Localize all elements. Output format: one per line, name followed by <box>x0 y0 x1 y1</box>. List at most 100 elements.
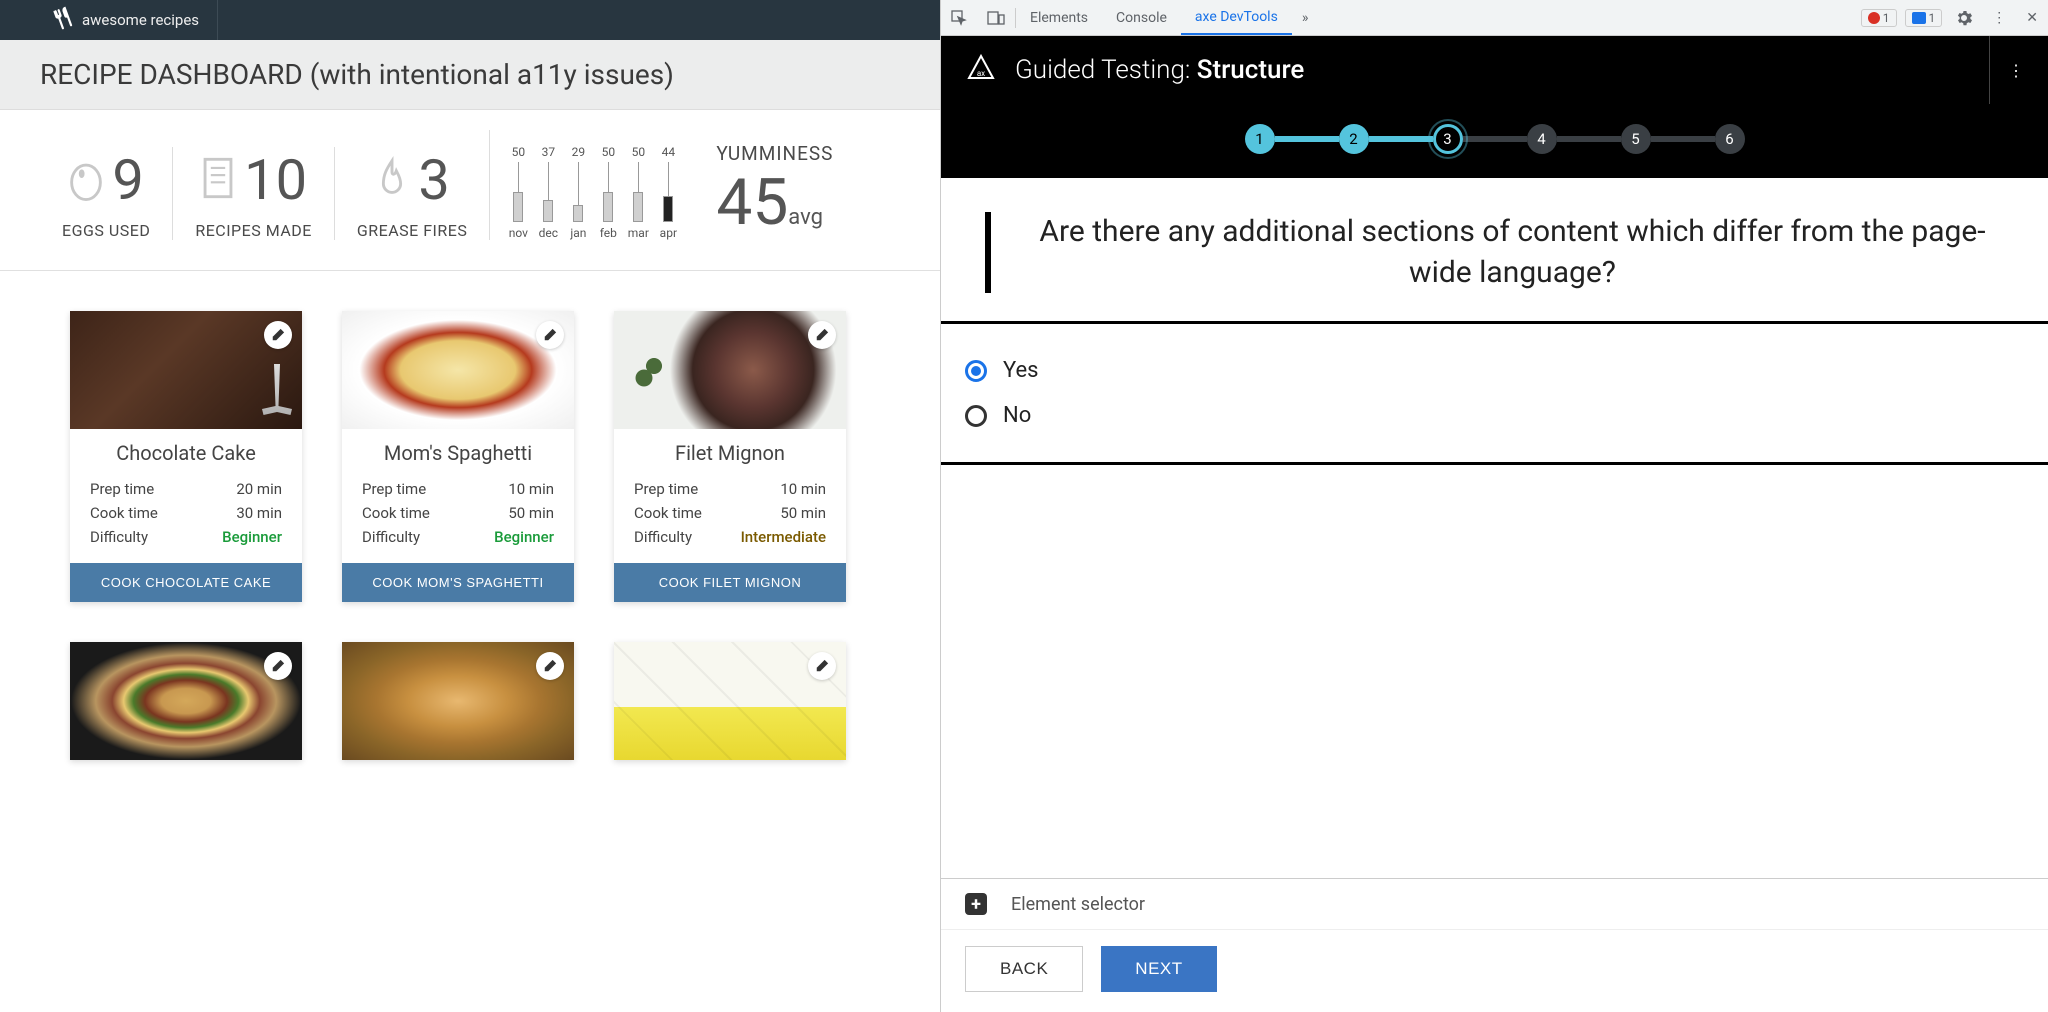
answer-yes[interactable]: Yes <box>965 348 2048 393</box>
inspect-element-icon[interactable] <box>941 0 977 35</box>
header-separator <box>217 0 218 40</box>
recipe-title: Chocolate Cake <box>70 429 302 473</box>
axe-panel-header: ax Guided Testing: Structure ⋮ <box>941 36 2048 104</box>
cook-button[interactable]: COOK FILET MIGNON <box>614 563 846 602</box>
app-title: awesome recipes <box>82 11 199 29</box>
step-4[interactable]: 4 <box>1527 124 1557 154</box>
settings-icon[interactable] <box>1946 0 1982 35</box>
step-1[interactable]: 1 <box>1245 124 1275 154</box>
recipe-title: Mom's Spaghetti <box>342 429 574 473</box>
recipe-meta: Prep time10 minCook time50 minDifficulty… <box>342 473 574 563</box>
svg-text:ax: ax <box>977 69 985 78</box>
recipe-image <box>614 311 846 429</box>
recipe-card <box>614 642 846 760</box>
edit-recipe-button[interactable] <box>808 321 836 349</box>
stat-yumminess: YUMMINESS 45avg <box>696 142 833 240</box>
stats-row: 9 EGGS USED 10 RECIPES MADE 3 GREASE FIR… <box>0 110 940 271</box>
stat-fires-value: 3 <box>418 147 449 213</box>
stat-recipes-label: RECIPES MADE <box>195 221 312 240</box>
flame-icon <box>374 155 410 205</box>
radio-icon <box>965 405 987 427</box>
step-2[interactable]: 2 <box>1339 124 1369 154</box>
chart-bar: 37dec <box>538 145 558 240</box>
yumminess-value: 45 <box>716 165 788 240</box>
element-selector-label: Element selector <box>1011 894 1145 915</box>
axe-panel-menu-icon[interactable]: ⋮ <box>1989 36 2024 104</box>
radio-icon <box>965 360 987 382</box>
step-connector <box>1275 136 1339 142</box>
edit-recipe-button[interactable] <box>808 652 836 680</box>
recipe-card: Chocolate CakePrep time20 minCook time30… <box>70 311 302 602</box>
chart-bar: 50mar <box>628 145 648 240</box>
tab-axe-devtools[interactable]: axe DevTools <box>1181 0 1292 35</box>
axe-logo-icon: ax <box>965 52 997 88</box>
recipe-card <box>342 642 574 760</box>
logo-utensils-icon <box>50 6 78 34</box>
edit-recipe-button[interactable] <box>264 652 292 680</box>
page-title: RECIPE DASHBOARD (with intentional a11y … <box>40 58 900 91</box>
page-title-bar: RECIPE DASHBOARD (with intentional a11y … <box>0 40 940 110</box>
error-dot-icon <box>1868 12 1880 24</box>
recipe-meta: Prep time20 minCook time30 minDifficulty… <box>70 473 302 563</box>
devtools-toolbar: Elements Console axe DevTools » 1 1 ⋮ ✕ <box>941 0 2048 36</box>
stat-fires: 3 GREASE FIRES <box>334 147 490 240</box>
yumminess-chart: 50nov 37dec 29jan 50feb 50mar 44apr <box>489 130 696 240</box>
chart-bar: 44apr <box>658 145 678 240</box>
step-connector <box>1463 136 1527 142</box>
step-connector <box>1557 136 1621 142</box>
step-connector <box>1369 136 1433 142</box>
edit-recipe-button[interactable] <box>264 321 292 349</box>
document-icon <box>200 155 236 205</box>
cook-button[interactable]: COOK MOM'S SPAGHETTI <box>342 563 574 602</box>
cook-button[interactable]: COOK CHOCOLATE CAKE <box>70 563 302 602</box>
message-badge[interactable]: 1 <box>1905 9 1943 27</box>
yumminess-suffix: avg <box>788 205 823 230</box>
stat-recipes: 10 RECIPES MADE <box>172 147 334 240</box>
recipe-meta: Prep time10 minCook time50 minDifficulty… <box>614 473 846 563</box>
add-selector-button[interactable]: + <box>965 893 987 915</box>
recipe-card: Mom's SpaghettiPrep time10 minCook time5… <box>342 311 574 602</box>
next-button[interactable]: NEXT <box>1101 946 1216 992</box>
tab-console[interactable]: Console <box>1102 0 1181 35</box>
device-toolbar-icon[interactable] <box>977 0 1015 35</box>
question-text: Are there any additional sections of con… <box>985 212 2004 293</box>
recipe-title: Filet Mignon <box>614 429 846 473</box>
recipe-image <box>614 642 846 760</box>
nav-buttons: BACK NEXT <box>941 929 2048 1012</box>
step-6[interactable]: 6 <box>1715 124 1745 154</box>
step-3[interactable]: 3 <box>1433 124 1463 154</box>
devtools-pane: Elements Console axe DevTools » 1 1 ⋮ ✕ … <box>940 0 2048 1012</box>
answer-no[interactable]: No <box>965 393 2048 438</box>
chart-bar: 50nov <box>508 145 528 240</box>
recipe-image <box>342 311 574 429</box>
recipe-card: Filet MignonPrep time10 minCook time50 m… <box>614 311 846 602</box>
stat-eggs: 9 EGGS USED <box>40 147 172 240</box>
egg-icon <box>68 155 104 205</box>
edit-recipe-button[interactable] <box>536 652 564 680</box>
element-selector-row: + Element selector <box>941 878 2048 929</box>
question-area: Are there any additional sections of con… <box>941 178 2048 324</box>
stat-recipes-value: 10 <box>244 147 307 213</box>
kebab-menu-icon[interactable]: ⋮ <box>1982 0 2016 35</box>
recipes-grid: Chocolate CakePrep time20 minCook time30… <box>0 271 940 800</box>
yumminess-label: YUMMINESS <box>716 142 833 165</box>
axe-panel-title: Guided Testing: Structure <box>1015 55 1304 85</box>
recipe-card <box>70 642 302 760</box>
step-5[interactable]: 5 <box>1621 124 1651 154</box>
progress-stepper: 1 2 3 4 5 6 <box>941 104 2048 178</box>
recipe-image <box>70 311 302 429</box>
more-tabs-button[interactable]: » <box>1292 0 1319 35</box>
close-devtools-icon[interactable]: ✕ <box>2016 0 2048 35</box>
tab-elements[interactable]: Elements <box>1016 0 1102 35</box>
app-header: awesome recipes <box>0 0 940 40</box>
app-viewport: awesome recipes RECIPE DASHBOARD (with i… <box>0 0 940 1012</box>
stat-eggs-value: 9 <box>112 147 143 213</box>
chart-bar: 50feb <box>598 145 618 240</box>
chart-bar: 29jan <box>568 145 588 240</box>
back-button[interactable]: BACK <box>965 946 1083 992</box>
stat-eggs-label: EGGS USED <box>62 221 150 240</box>
recipe-image <box>70 642 302 760</box>
error-badge[interactable]: 1 <box>1861 9 1897 27</box>
edit-recipe-button[interactable] <box>536 321 564 349</box>
recipe-image <box>342 642 574 760</box>
